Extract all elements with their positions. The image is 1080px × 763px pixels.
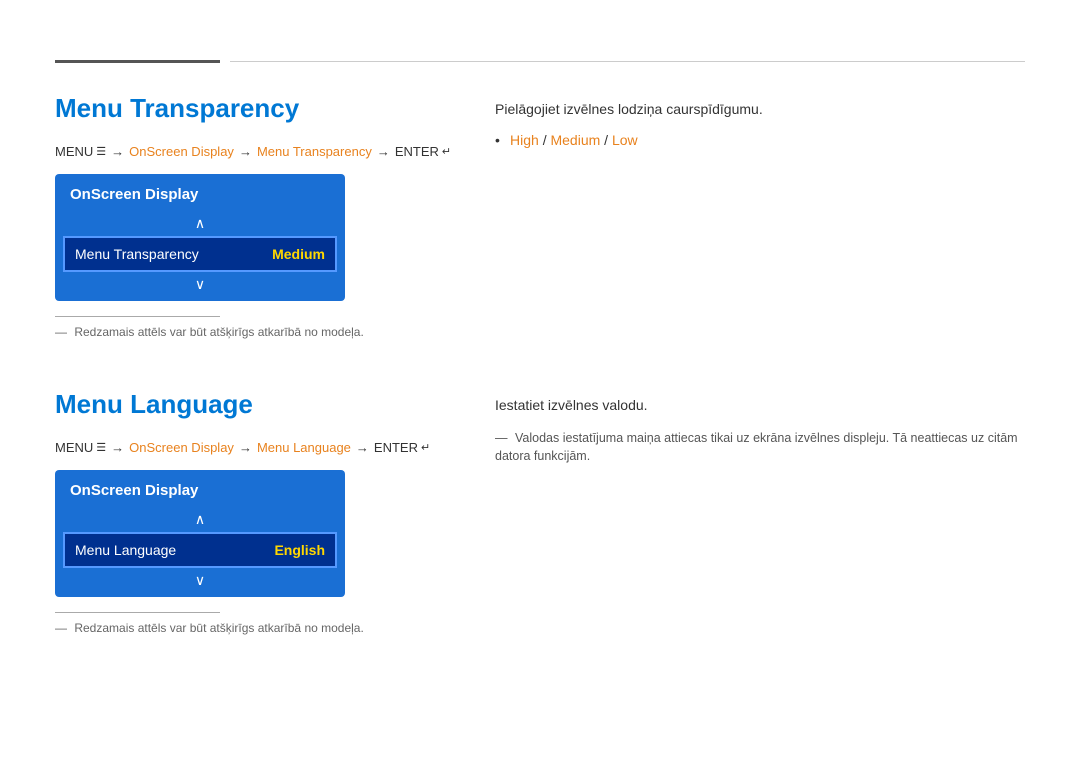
section2-title: Menu Language	[55, 389, 455, 420]
osd-panel2-row-value: English	[274, 542, 325, 558]
section1-breadcrumb: MENU ☰ → OnScreen Display → Menu Transpa…	[55, 144, 455, 159]
section2-left: Menu Language MENU ☰ → OnScreen Display …	[55, 389, 455, 635]
section2-description: Iestatiet izvēlnes valodu.	[495, 394, 1025, 416]
breadcrumb2-link1: OnScreen Display	[129, 440, 234, 455]
osd-panel1-row: Menu Transparency Medium	[63, 236, 337, 272]
enter1-icon: ↵	[442, 145, 451, 158]
breadcrumb2-menu: MENU	[55, 440, 93, 455]
footer1-divider	[55, 316, 220, 317]
option-low: Low	[612, 132, 638, 148]
section-menu-transparency: Menu Transparency MENU ☰ → OnScreen Disp…	[55, 93, 1025, 339]
footer1-note: ― Redzamais attēls var būt atšķirīgs atk…	[55, 325, 455, 339]
osd-panel1-chevron-down: ∨	[55, 272, 345, 301]
section1-options: High / Medium / Low	[495, 132, 1025, 148]
breadcrumb1-enter: ENTER	[395, 144, 439, 159]
breadcrumb2-enter: ENTER	[374, 440, 418, 455]
osd-panel1-row-value: Medium	[272, 246, 325, 262]
option-medium: Medium	[550, 132, 600, 148]
chevron-up-icon-2: ∧	[195, 511, 205, 528]
section1-right: Pielāgojiet izvēlnes lodziņa caurspīdīgu…	[495, 93, 1025, 339]
section1-left: Menu Transparency MENU ☰ → OnScreen Disp…	[55, 93, 455, 339]
chevron-up-icon-1: ∧	[195, 215, 205, 232]
osd-panel2-header: OnScreen Display	[55, 470, 345, 507]
section1-footer: ― Redzamais attēls var būt atšķirīgs atk…	[55, 316, 455, 339]
footer2-note: ― Redzamais attēls var būt atšķirīgs atk…	[55, 621, 455, 635]
breadcrumb1-link2: Menu Transparency	[257, 144, 372, 159]
breadcrumb1-menu: MENU	[55, 144, 93, 159]
breadcrumb1-arrow2: →	[239, 144, 252, 159]
chevron-down-icon-2: ∨	[195, 572, 205, 589]
osd-panel2-chevron-up: ∧	[55, 507, 345, 532]
osd-panel1-row-label: Menu Transparency	[75, 246, 199, 262]
osd-panel2-chevron-down: ∨	[55, 568, 345, 597]
osd-panel2-row-label: Menu Language	[75, 542, 176, 558]
section1-title: Menu Transparency	[55, 93, 455, 124]
breadcrumb1-link1: OnScreen Display	[129, 144, 234, 159]
osd-panel-1: OnScreen Display ∧ Menu Transparency Med…	[55, 174, 345, 301]
breadcrumb2-arrow2: →	[239, 440, 252, 455]
section1-options-item: High / Medium / Low	[495, 132, 1025, 148]
footer2-divider	[55, 612, 220, 613]
section2-note: ― Valodas iestatījuma maiņa attiecas tik…	[495, 429, 1025, 467]
section2-breadcrumb: MENU ☰ → OnScreen Display → Menu Languag…	[55, 440, 455, 455]
breadcrumb2-link2: Menu Language	[257, 440, 351, 455]
breadcrumb1-arrow1: →	[111, 144, 124, 159]
section2-footer: ― Redzamais attēls var būt atšķirīgs atk…	[55, 612, 455, 635]
breadcrumb2-arrow1: →	[111, 440, 124, 455]
menu1-icon: ☰	[96, 145, 106, 158]
top-divider	[55, 60, 1025, 63]
breadcrumb2-arrow3: →	[356, 440, 369, 455]
osd-panel2-row: Menu Language English	[63, 532, 337, 568]
osd-panel1-header: OnScreen Display	[55, 174, 345, 211]
menu2-icon: ☰	[96, 441, 106, 454]
section1-description: Pielāgojiet izvēlnes lodziņa caurspīdīgu…	[495, 98, 1025, 120]
section-menu-language: Menu Language MENU ☰ → OnScreen Display …	[55, 389, 1025, 635]
option-high: High	[510, 132, 539, 148]
section2-right: Iestatiet izvēlnes valodu. ― Valodas ies…	[495, 389, 1025, 635]
enter2-icon: ↵	[421, 441, 430, 454]
osd-panel1-chevron-up: ∧	[55, 211, 345, 236]
osd-panel-2: OnScreen Display ∧ Menu Language English…	[55, 470, 345, 597]
breadcrumb1-arrow3: →	[377, 144, 390, 159]
chevron-down-icon-1: ∨	[195, 276, 205, 293]
